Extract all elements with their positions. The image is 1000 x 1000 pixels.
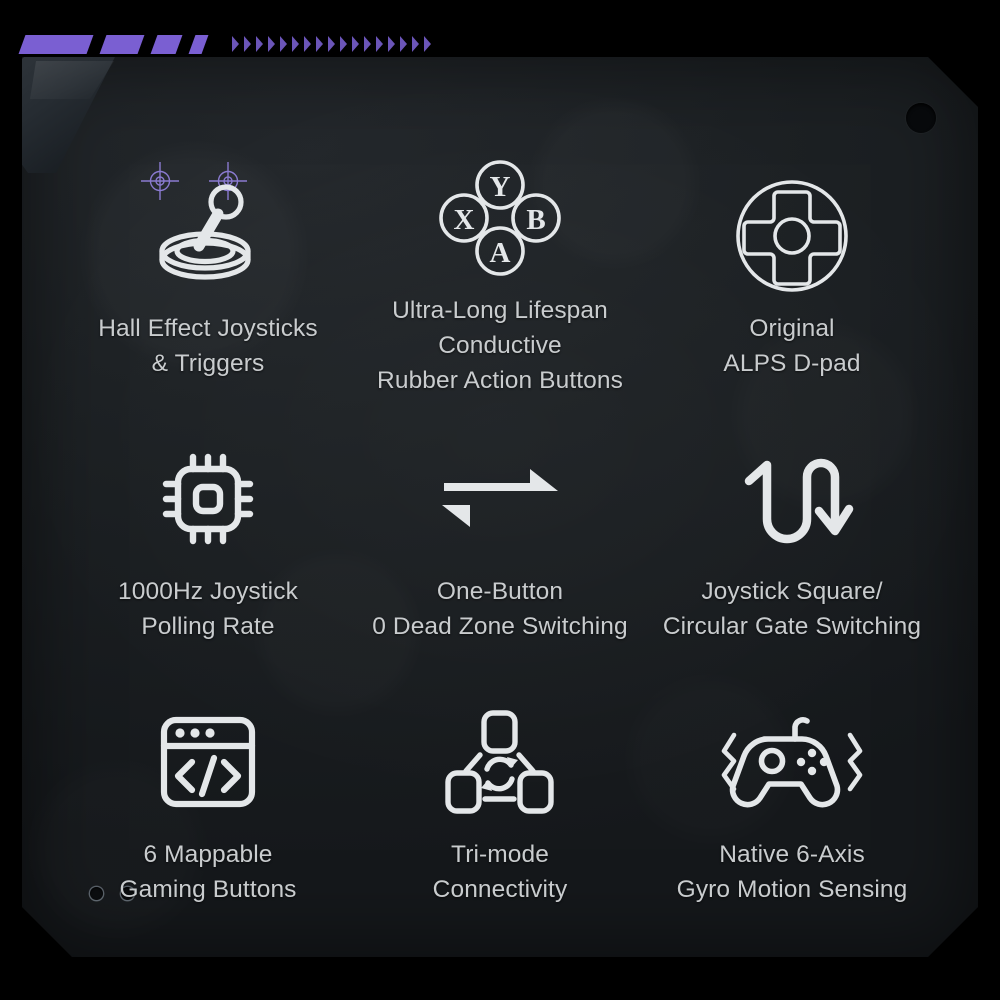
mounting-hole-icon bbox=[906, 103, 936, 133]
chevron-icon bbox=[328, 36, 335, 52]
header-decoration bbox=[18, 33, 436, 55]
feature-conductive-rubber-buttons: Y X B A Ultra-Long Lifespan Conductive R… bbox=[354, 147, 646, 410]
button-label-b: B bbox=[526, 204, 545, 236]
accent-bar-wide bbox=[18, 34, 94, 54]
feature-mappable-buttons: 6 Mappable Gaming Buttons bbox=[62, 674, 354, 937]
feature-label: 6 Mappable Gaming Buttons bbox=[119, 841, 297, 904]
chevron-icon bbox=[292, 36, 299, 52]
chevron-icon bbox=[424, 36, 431, 52]
chevron-icon bbox=[412, 36, 419, 52]
feature-grid: Hall Effect Joysticks & Triggers Y X B A… bbox=[62, 147, 938, 937]
accent-bar-medium bbox=[99, 34, 145, 54]
chevron-icon bbox=[340, 36, 347, 52]
accent-bar-small bbox=[150, 34, 183, 54]
chevron-icon bbox=[316, 36, 323, 52]
chevron-icon bbox=[400, 36, 407, 52]
chevron-icon bbox=[280, 36, 287, 52]
device-panel: Hall Effect Joysticks & Triggers Y X B A… bbox=[22, 57, 978, 957]
feature-label: Native 6-Axis Gyro Motion Sensing bbox=[676, 841, 908, 904]
feature-label: Ultra-Long Lifespan Conductive Rubber Ac… bbox=[377, 297, 623, 395]
feature-label: Tri-mode Connectivity bbox=[432, 841, 568, 904]
feature-label: Original ALPS D-pad bbox=[723, 314, 861, 377]
feature-gyro-motion-sensing: Native 6-Axis Gyro Motion Sensing bbox=[646, 674, 938, 937]
accent-bar-group bbox=[18, 34, 218, 54]
accent-bar-tiny bbox=[188, 34, 209, 54]
gamepad-gyro-icon bbox=[716, 703, 868, 821]
button-label-y: Y bbox=[490, 171, 511, 203]
feature-polling-rate: 1000Hz Joystick Polling Rate bbox=[62, 410, 354, 673]
feature-label: Hall Effect Joysticks & Triggers bbox=[98, 314, 318, 377]
tri-mode-sync-icon bbox=[444, 703, 556, 821]
abxy-buttons-icon: Y X B A bbox=[438, 159, 562, 277]
feature-label: 1000Hz Joystick Polling Rate bbox=[118, 577, 298, 640]
swap-arrows-icon bbox=[438, 440, 562, 558]
feature-alps-dpad: Original ALPS D-pad bbox=[646, 147, 938, 410]
chevron-icon bbox=[244, 36, 251, 52]
chevron-icon bbox=[376, 36, 383, 52]
button-label-a: A bbox=[490, 237, 511, 269]
chevron-icon bbox=[256, 36, 263, 52]
cpu-chip-icon bbox=[156, 440, 260, 558]
feature-hall-effect-joysticks: Hall Effect Joysticks & Triggers bbox=[62, 147, 354, 410]
chevron-icon bbox=[232, 36, 239, 52]
device-feature-poster: Hall Effect Joysticks & Triggers Y X B A… bbox=[0, 0, 1000, 1000]
button-label-x: X bbox=[454, 204, 475, 236]
feature-tri-mode-connectivity: Tri-mode Connectivity bbox=[354, 674, 646, 937]
chevron-icon bbox=[304, 36, 311, 52]
chevron-icon bbox=[364, 36, 371, 52]
feature-label: One-Button 0 Dead Zone Switching bbox=[372, 577, 628, 640]
dpad-icon bbox=[734, 177, 850, 295]
feature-gate-switching: Joystick Square/ Circular Gate Switching bbox=[646, 410, 938, 673]
chevron-icon bbox=[352, 36, 359, 52]
chevron-icon bbox=[388, 36, 395, 52]
chevron-icon bbox=[268, 36, 275, 52]
feature-dead-zone-switching: One-Button 0 Dead Zone Switching bbox=[354, 410, 646, 673]
code-window-icon bbox=[156, 703, 260, 821]
serpentine-switch-icon bbox=[733, 440, 854, 558]
feature-label: Joystick Square/ Circular Gate Switching bbox=[662, 577, 922, 640]
joystick-icon bbox=[150, 177, 266, 295]
chevron-arrow-row bbox=[232, 36, 436, 52]
